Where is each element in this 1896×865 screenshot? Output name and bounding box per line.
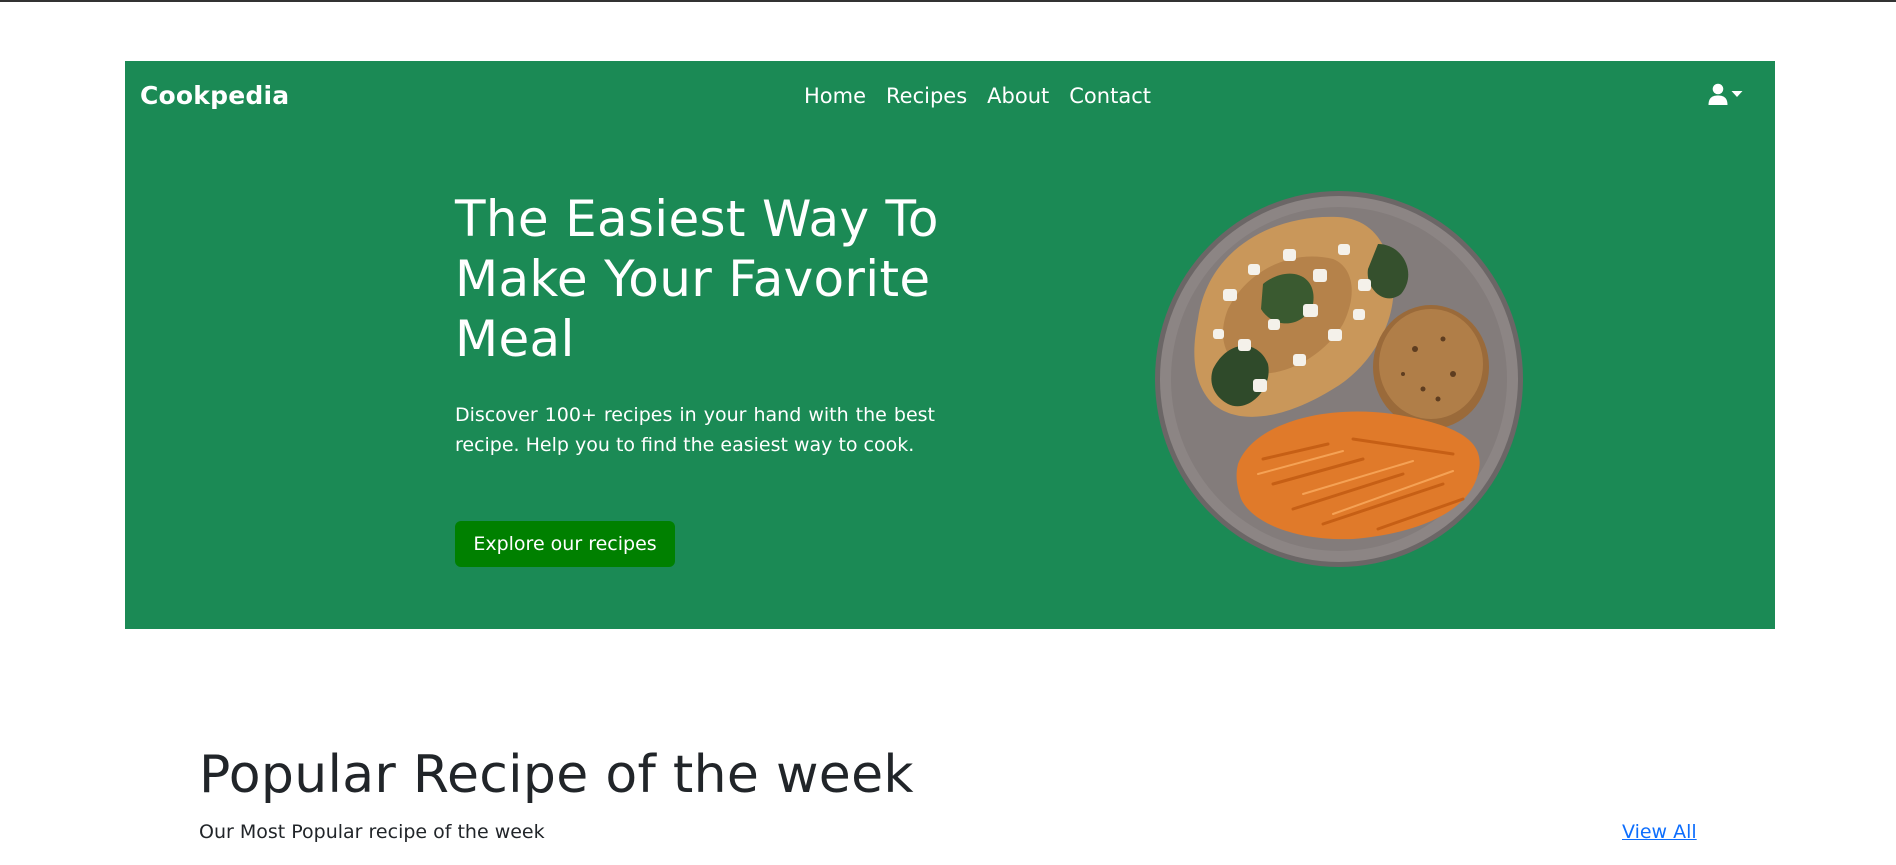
hero-description: Discover 100+ recipes in your hand with … [455, 404, 935, 456]
popular-section-title: Popular Recipe of the week [199, 745, 914, 805]
view-all-link[interactable]: View All [1622, 821, 1697, 843]
hero-title: The Easiest Way To Make Your Favorite Me… [455, 190, 939, 368]
nav-about[interactable]: About [987, 84, 1049, 108]
top-border [0, 0, 1896, 2]
hero-food-image [1153, 189, 1529, 569]
caret-down-icon [1731, 90, 1743, 98]
nav-recipes[interactable]: Recipes [886, 84, 967, 108]
user-icon [1708, 83, 1728, 105]
nav-home[interactable]: Home [804, 84, 866, 108]
nav-contact[interactable]: Contact [1069, 84, 1151, 108]
explore-recipes-button[interactable]: Explore our recipes [455, 521, 675, 567]
user-menu-toggle[interactable] [1708, 83, 1743, 105]
main-nav: Home Recipes About Contact [125, 84, 1775, 108]
popular-section-subtitle: Our Most Popular recipe of the week [199, 821, 545, 843]
nav-links: Home Recipes About Contact [804, 84, 1151, 108]
hero-section: Cookpedia Home Recipes About Contact The… [125, 61, 1775, 629]
